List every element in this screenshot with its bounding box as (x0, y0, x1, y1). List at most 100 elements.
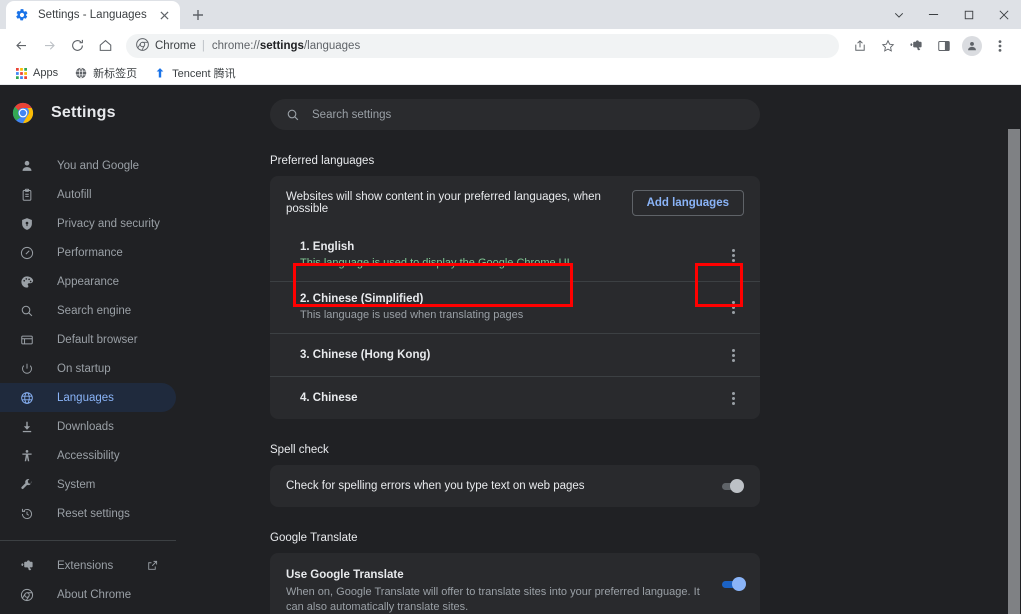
settings-header: Settings (0, 85, 265, 141)
use-google-translate-texts: Use Google Translate When on, Google Tra… (286, 567, 722, 614)
sidebar-item-label: Search engine (57, 304, 132, 317)
history-restore-icon (19, 506, 35, 522)
omnibox-chip-label: Chrome (155, 39, 196, 52)
sidebar-item-system[interactable]: System (0, 470, 176, 499)
side-panel-icon[interactable] (931, 33, 957, 59)
sidebar-item-extensions[interactable]: Extensions (0, 551, 176, 580)
star-icon[interactable] (875, 33, 901, 59)
puzzle-icon[interactable] (903, 33, 929, 59)
apps-grid-icon (14, 66, 28, 80)
sidebar-item-label: On startup (57, 362, 111, 375)
omnibox-separator: | (201, 39, 205, 52)
sidebar-item-autofill[interactable]: Autofill (0, 180, 176, 209)
sidebar-item-privacy-and-security[interactable]: Privacy and security (0, 209, 176, 238)
sidebar-divider (0, 540, 176, 541)
sidebar-item-default-browser[interactable]: Default browser (0, 325, 176, 354)
google-translate-heading: Google Translate (270, 532, 358, 544)
three-dot-menu-icon[interactable] (722, 344, 744, 366)
three-dot-menu-icon[interactable] (722, 297, 744, 319)
browser-tab[interactable]: Settings - Languages (6, 1, 180, 29)
language-row-chinese-hong-kong[interactable]: 3. Chinese (Hong Kong) (270, 333, 760, 376)
settings-page: Settings You and Google Autofill Privacy… (0, 85, 1021, 614)
sidebar-nav: You and Google Autofill Privacy and secu… (0, 141, 265, 609)
sidebar-item-search-engine[interactable]: Search engine (0, 296, 176, 325)
sidebar-item-label: Languages (57, 391, 114, 404)
tab-title: Settings - Languages (38, 9, 147, 21)
back-arrow-icon[interactable] (8, 33, 34, 59)
page-title: Settings (51, 104, 116, 121)
bookmark-label: 新标签页 (93, 68, 138, 80)
person-icon (19, 158, 35, 174)
close-icon[interactable] (156, 7, 172, 23)
sidebar-item-appearance[interactable]: Appearance (0, 267, 176, 296)
window-close-button[interactable] (986, 0, 1021, 29)
sidebar-item-languages[interactable]: Languages (0, 383, 176, 412)
address-bar[interactable]: Chrome | chrome://settings/languages (126, 33, 839, 58)
three-dot-menu-icon[interactable] (722, 245, 744, 267)
home-icon[interactable] (92, 33, 118, 59)
sidebar-item-label: Appearance (57, 275, 120, 288)
use-google-translate-subtitle: When on, Google Translate will offer to … (286, 586, 700, 613)
language-name: 1. English (300, 241, 355, 253)
sidebar-item-label: About Chrome (57, 588, 132, 601)
shield-icon (19, 216, 35, 232)
minimize-button[interactable] (916, 0, 951, 29)
globe-icon (19, 390, 35, 406)
url-bold-part: settings (259, 39, 304, 52)
language-name: 4. Chinese (300, 391, 358, 404)
search-settings-bar[interactable]: Search settings (270, 99, 760, 130)
share-icon[interactable] (847, 33, 873, 59)
tab-search-button[interactable] (881, 0, 916, 29)
use-google-translate-toggle[interactable] (722, 577, 746, 591)
sidebar-item-on-startup[interactable]: On startup (0, 354, 176, 383)
spell-check-row[interactable]: Check for spelling errors when you type … (270, 465, 760, 507)
sidebar-item-label: Default browser (57, 333, 138, 346)
language-row-chinese-simplified[interactable]: 2. Chinese (Simplified) This language is… (270, 281, 760, 333)
chrome-circle-icon (136, 37, 149, 54)
wrench-icon (19, 477, 35, 493)
use-google-translate-toggle-wrap (722, 567, 746, 601)
sidebar-item-accessibility[interactable]: Accessibility (0, 441, 176, 470)
sidebar-item-label: Privacy and security (57, 217, 160, 230)
url-suffix: /languages (303, 39, 361, 52)
forward-arrow-icon[interactable] (36, 33, 62, 59)
new-tab-button[interactable] (184, 1, 212, 29)
avatar-icon[interactable] (959, 33, 985, 59)
maximize-button[interactable] (951, 0, 986, 29)
search-input[interactable]: Search settings (312, 109, 391, 121)
language-info: 4. Chinese (300, 391, 722, 406)
browser-window: Settings - Languages Chrome | chrome://s… (0, 0, 1021, 614)
search-icon (286, 108, 300, 122)
three-dot-menu-icon[interactable] (987, 33, 1013, 59)
preferred-languages-description: Websites will show content in your prefe… (286, 191, 601, 215)
language-info: 1. English This language is used to disp… (300, 240, 722, 271)
language-row-english[interactable]: 1. English This language is used to disp… (270, 230, 760, 281)
bookmark-new-tab-page[interactable]: 新标签页 (68, 63, 143, 83)
reload-icon[interactable] (64, 33, 90, 59)
sidebar-item-performance[interactable]: Performance (0, 238, 176, 267)
sidebar-item-label: Extensions (57, 559, 114, 572)
sidebar-item-about-chrome[interactable]: About Chrome (0, 580, 176, 609)
language-name: 3. Chinese (Hong Kong) (300, 348, 431, 361)
tencent-icon (153, 66, 167, 80)
puzzle-icon (19, 558, 35, 574)
language-description: This language is used when translating p… (300, 309, 524, 321)
power-icon (19, 361, 35, 377)
sidebar-item-you-and-google[interactable]: You and Google (0, 151, 176, 180)
language-row-chinese[interactable]: 4. Chinese (270, 376, 760, 419)
bookmark-tencent[interactable]: Tencent 腾讯 (147, 63, 242, 83)
three-dot-menu-icon[interactable] (722, 387, 744, 409)
bookmark-apps[interactable]: Apps (8, 64, 64, 82)
spell-check-toggle[interactable] (722, 479, 744, 493)
add-languages-button[interactable]: Add languages (631, 190, 744, 216)
page-scrollbar[interactable] (1006, 85, 1021, 614)
scrollbar-thumb[interactable] (1008, 129, 1020, 614)
sidebar-item-label: Accessibility (57, 449, 120, 462)
use-google-translate-row[interactable]: Use Google Translate When on, Google Tra… (270, 553, 760, 614)
preferred-languages-card: Websites will show content in your prefe… (270, 176, 760, 419)
sidebar-item-downloads[interactable]: Downloads (0, 412, 176, 441)
google-translate-card: Use Google Translate When on, Google Tra… (270, 553, 760, 614)
browser-window-icon (19, 332, 35, 348)
chrome-circle-icon (19, 587, 35, 603)
sidebar-item-reset-settings[interactable]: Reset settings (0, 499, 176, 528)
